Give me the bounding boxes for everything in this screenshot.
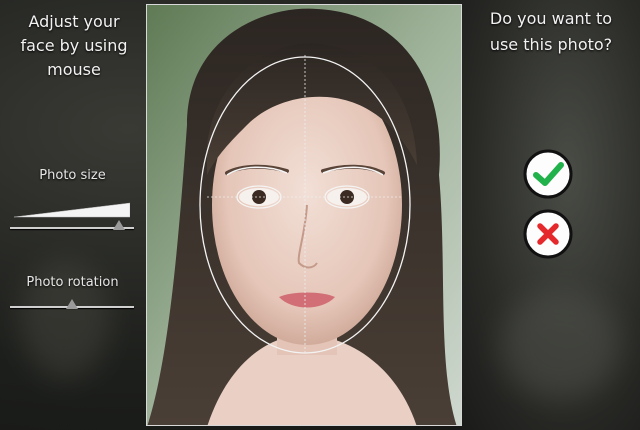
photo-size-slider[interactable]	[10, 220, 134, 235]
photo-rotation-slider[interactable]	[10, 299, 134, 314]
instruction-line: face by using	[20, 36, 128, 55]
photo-rotation-slider-thumb[interactable]	[66, 299, 78, 309]
photo-size-label: Photo size	[39, 168, 106, 183]
background-bokeh	[500, 290, 620, 400]
question-line: Do you want to	[489, 9, 613, 28]
instruction-line: mouse	[47, 60, 101, 79]
cancel-button[interactable]	[523, 209, 573, 259]
photo-preview[interactable]	[146, 4, 462, 426]
question-line: use this photo?	[489, 35, 613, 54]
photo-size-wedge-icon	[14, 202, 130, 218]
adjust-instruction: Adjust your face by using mouse	[0, 10, 148, 82]
photo-size-slider-thumb[interactable]	[113, 220, 126, 230]
confirm-button[interactable]	[523, 149, 573, 199]
checkmark-icon	[523, 149, 573, 199]
x-icon	[523, 209, 573, 259]
instruction-line: Adjust your	[28, 12, 120, 31]
use-photo-question: Do you want to use this photo?	[472, 6, 630, 58]
face-photo	[147, 5, 461, 425]
photo-rotation-label: Photo rotation	[26, 275, 119, 290]
